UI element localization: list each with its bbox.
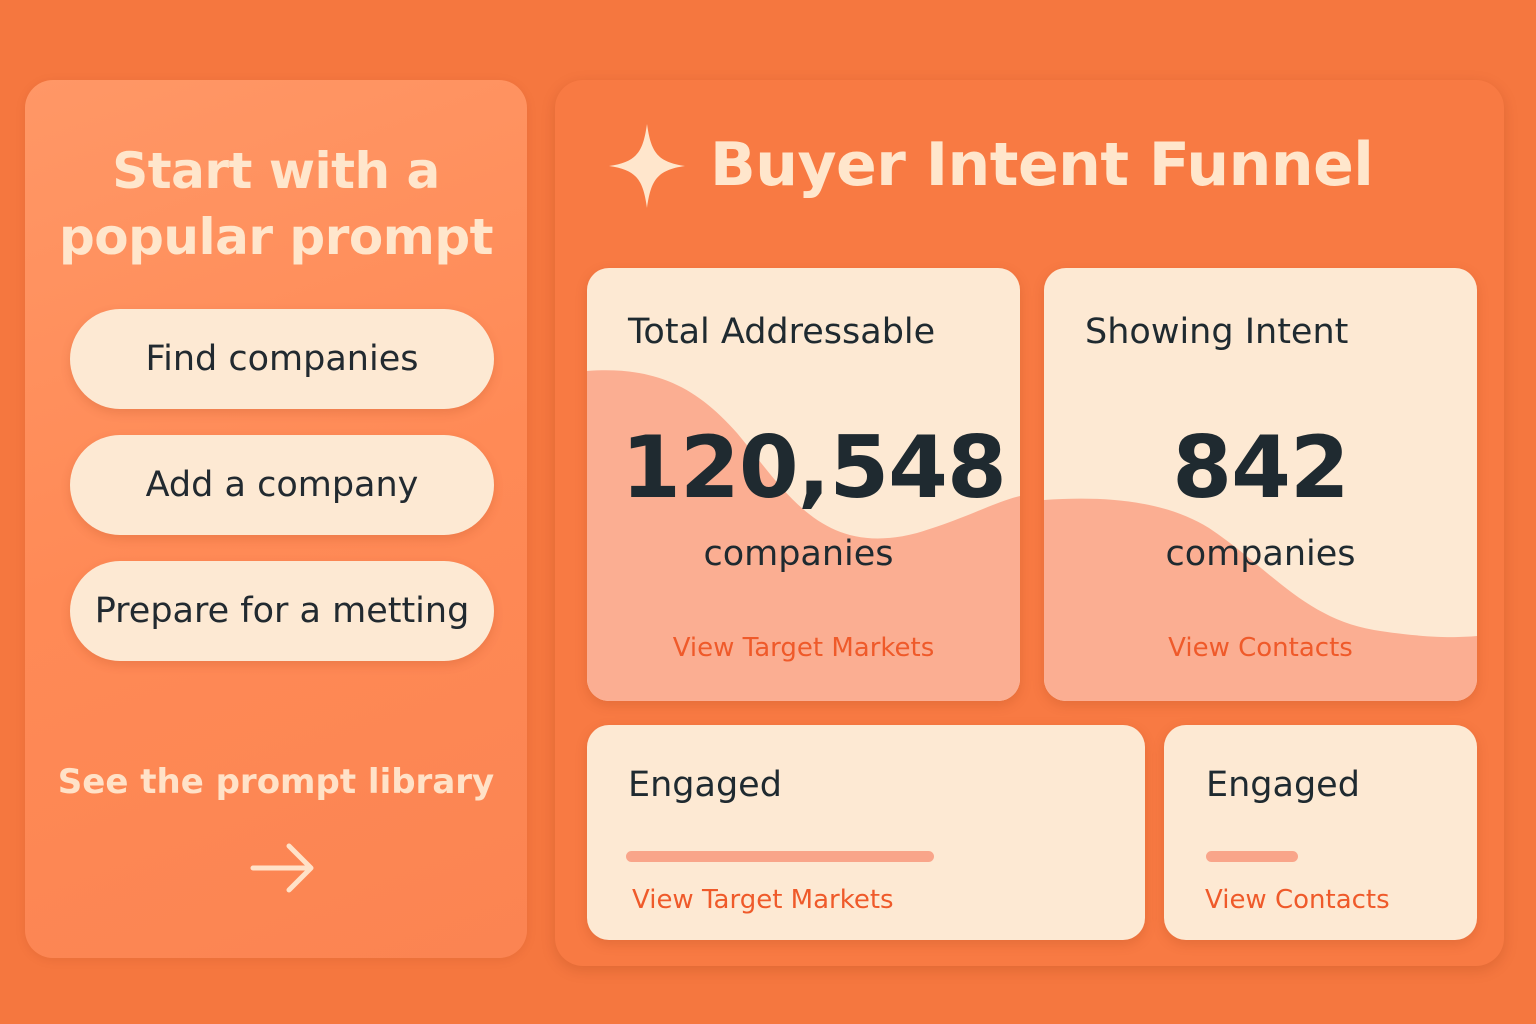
engaged-contacts-card: Engaged View Contacts [1164,725,1477,940]
card-label: Showing Intent [1085,312,1349,352]
view-contacts-link[interactable]: View Contacts [1205,885,1390,915]
prompt-label: Add a company [145,465,419,505]
card-label: Engaged [628,765,782,805]
total-addressable-card: Total Addressable 120,548 companies View… [587,268,1020,701]
prompt-title-line-2: popular prompt [58,208,494,266]
view-contacts-link[interactable]: View Contacts [1044,633,1477,663]
card-label: Engaged [1206,765,1360,805]
card-value: 842 [1172,418,1350,518]
sparkle-icon [609,124,685,208]
view-target-markets-link[interactable]: View Target Markets [587,633,1020,663]
prompt-panel-title: Start with a popular prompt [25,138,527,270]
card-unit: companies [703,534,894,574]
engaged-bar [626,851,934,862]
arrow-right-icon[interactable] [249,838,319,898]
prompt-panel: Start with a popular prompt Find compani… [25,80,527,958]
engaged-bar [1206,851,1298,862]
card-value: 120,548 [621,418,1007,518]
prompt-label: Find companies [145,339,419,379]
prompt-library-link[interactable]: See the prompt library [25,762,527,802]
engaged-markets-card: Engaged View Target Markets [587,725,1145,940]
card-unit: companies [1165,534,1356,574]
showing-intent-card: Showing Intent 842 companies View Contac… [1044,268,1477,701]
card-label: Total Addressable [628,312,936,352]
prompt-prepare-meeting-button[interactable]: Prepare for a metting [70,561,494,661]
prompt-label: Prepare for a metting [94,591,470,631]
view-target-markets-link[interactable]: View Target Markets [632,885,894,915]
prompt-title-line-1: Start with a [112,142,440,200]
prompt-find-companies-button[interactable]: Find companies [70,309,494,409]
buyer-intent-funnel-panel: Buyer Intent Funnel Total Addressable 12… [555,80,1504,966]
funnel-title: Buyer Intent Funnel [710,130,1374,200]
prompt-add-company-button[interactable]: Add a company [70,435,494,535]
